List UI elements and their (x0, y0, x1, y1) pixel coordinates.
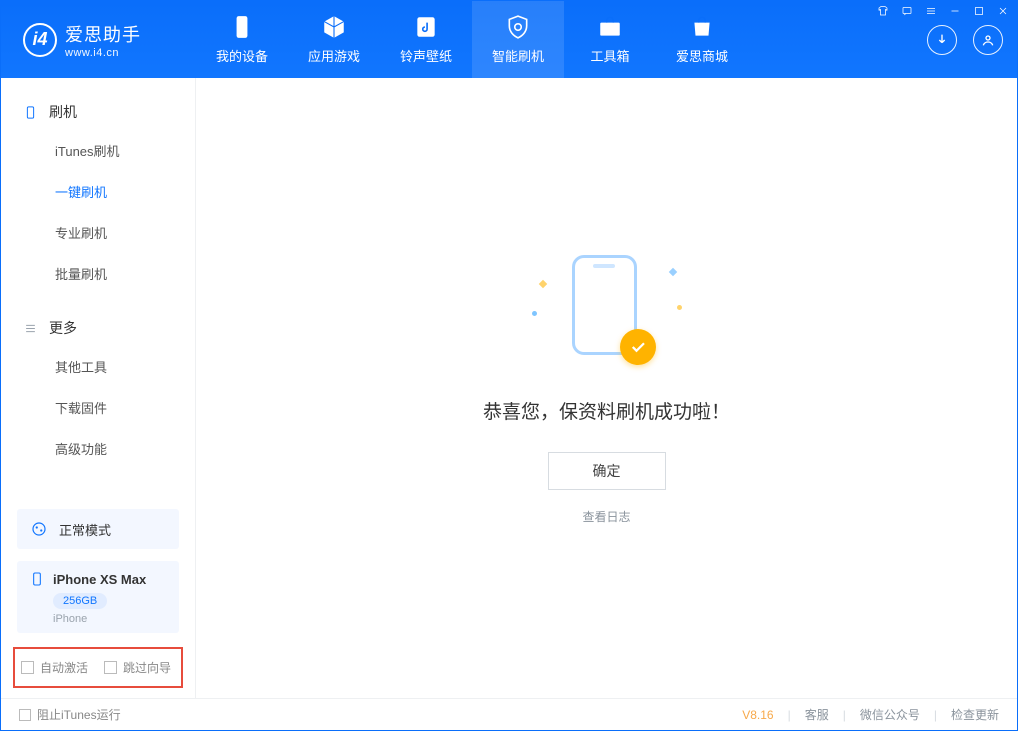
phone-icon (229, 14, 255, 40)
logo-icon: i4 (23, 23, 57, 57)
sidebar-section-flash[interactable]: 刷机 (1, 92, 195, 130)
view-log-link[interactable]: 查看日志 (582, 508, 630, 525)
nav-toolbox[interactable]: 工具箱 (564, 1, 656, 78)
nav-label: 智能刷机 (492, 46, 544, 65)
app-title: 爱思助手 (65, 21, 141, 47)
sidebar-section-more[interactable]: 更多 (1, 308, 195, 346)
nav-my-device[interactable]: 我的设备 (196, 1, 288, 78)
main-nav: 我的设备 应用游戏 铃声壁纸 智能刷机 工具箱 爱思商城 (196, 1, 748, 78)
device-storage-badge: 256GB (53, 593, 107, 609)
footer-link-support[interactable]: 客服 (805, 706, 829, 723)
sidebar-item-pro-flash[interactable]: 专业刷机 (1, 212, 195, 253)
sidebar-item-batch-flash[interactable]: 批量刷机 (1, 253, 195, 294)
ok-button[interactable]: 确定 (548, 452, 666, 490)
logo[interactable]: i4 爱思助手 www.i4.cn (1, 21, 196, 59)
footer-link-update[interactable]: 检查更新 (951, 706, 999, 723)
sidebar: 刷机 iTunes刷机 一键刷机 专业刷机 批量刷机 更多 其他工具 下载固件 … (1, 78, 196, 698)
close-icon[interactable] (997, 5, 1009, 17)
toolbox-icon (597, 14, 623, 40)
sidebar-item-other-tools[interactable]: 其他工具 (1, 346, 195, 387)
skin-icon[interactable] (877, 5, 889, 17)
checkbox-label: 自动激活 (40, 659, 88, 676)
refresh-shield-icon (505, 14, 531, 40)
music-icon (413, 14, 439, 40)
checkmark-icon (620, 329, 656, 365)
phone-small-icon (29, 571, 45, 587)
sidebar-item-oneclick-flash[interactable]: 一键刷机 (1, 171, 195, 212)
cube-icon (321, 14, 347, 40)
nav-label: 铃声壁纸 (400, 46, 452, 65)
body: 刷机 iTunes刷机 一键刷机 专业刷机 批量刷机 更多 其他工具 下载固件 … (1, 78, 1017, 698)
checkbox-label: 跳过向导 (123, 659, 171, 676)
checkbox-auto-activate[interactable]: 自动激活 (21, 659, 88, 676)
sidebar-item-download-firmware[interactable]: 下载固件 (1, 387, 195, 428)
minimize-icon[interactable] (949, 5, 961, 17)
checkbox-label: 阻止iTunes运行 (37, 706, 121, 723)
section-title: 刷机 (49, 102, 77, 122)
nav-label: 我的设备 (216, 46, 268, 65)
user-button[interactable] (973, 25, 1003, 55)
list-icon (23, 320, 39, 336)
menu-icon[interactable] (925, 5, 937, 17)
nav-flash[interactable]: 智能刷机 (472, 1, 564, 78)
mode-card[interactable]: 正常模式 (17, 509, 179, 549)
mode-icon (29, 519, 49, 539)
device-icon (23, 104, 39, 120)
mode-label: 正常模式 (59, 520, 111, 539)
checkbox-block-itunes[interactable]: 阻止iTunes运行 (19, 706, 121, 723)
section-title: 更多 (49, 318, 77, 338)
app-window: i4 爱思助手 www.i4.cn 我的设备 应用游戏 铃声壁纸 智能刷机 (0, 0, 1018, 731)
feedback-icon[interactable] (901, 5, 913, 17)
nav-ringtones[interactable]: 铃声壁纸 (380, 1, 472, 78)
sidebar-item-itunes-flash[interactable]: iTunes刷机 (1, 130, 195, 171)
nav-apps[interactable]: 应用游戏 (288, 1, 380, 78)
header: i4 爱思助手 www.i4.cn 我的设备 应用游戏 铃声壁纸 智能刷机 (1, 1, 1017, 78)
success-illustration (532, 251, 682, 371)
highlighted-options: 自动激活 跳过向导 (13, 647, 183, 688)
footer: 阻止iTunes运行 V8.16 | 客服 | 微信公众号 | 检查更新 (1, 698, 1017, 730)
success-message: 恭喜您，保资料刷机成功啦！ (483, 397, 730, 424)
download-button[interactable] (927, 25, 957, 55)
nav-label: 工具箱 (590, 46, 629, 65)
maximize-icon[interactable] (973, 5, 985, 17)
nav-store[interactable]: 爱思商城 (656, 1, 748, 78)
app-subtitle: www.i4.cn (65, 47, 141, 59)
version-label: V8.16 (742, 708, 773, 722)
sidebar-item-advanced[interactable]: 高级功能 (1, 428, 195, 469)
window-controls (877, 5, 1009, 17)
checkbox-icon (19, 709, 31, 721)
device-name: iPhone XS Max (53, 572, 146, 587)
bag-icon (689, 14, 715, 40)
device-type: iPhone (53, 613, 167, 625)
footer-link-wechat[interactable]: 微信公众号 (860, 706, 920, 723)
main-content: 恭喜您，保资料刷机成功啦！ 确定 查看日志 (196, 78, 1017, 698)
checkbox-icon (104, 661, 117, 674)
checkbox-skip-guide[interactable]: 跳过向导 (104, 659, 171, 676)
nav-label: 应用游戏 (308, 46, 360, 65)
nav-label: 爱思商城 (676, 46, 728, 65)
checkbox-icon (21, 661, 34, 674)
device-card[interactable]: iPhone XS Max 256GB iPhone (17, 561, 179, 633)
